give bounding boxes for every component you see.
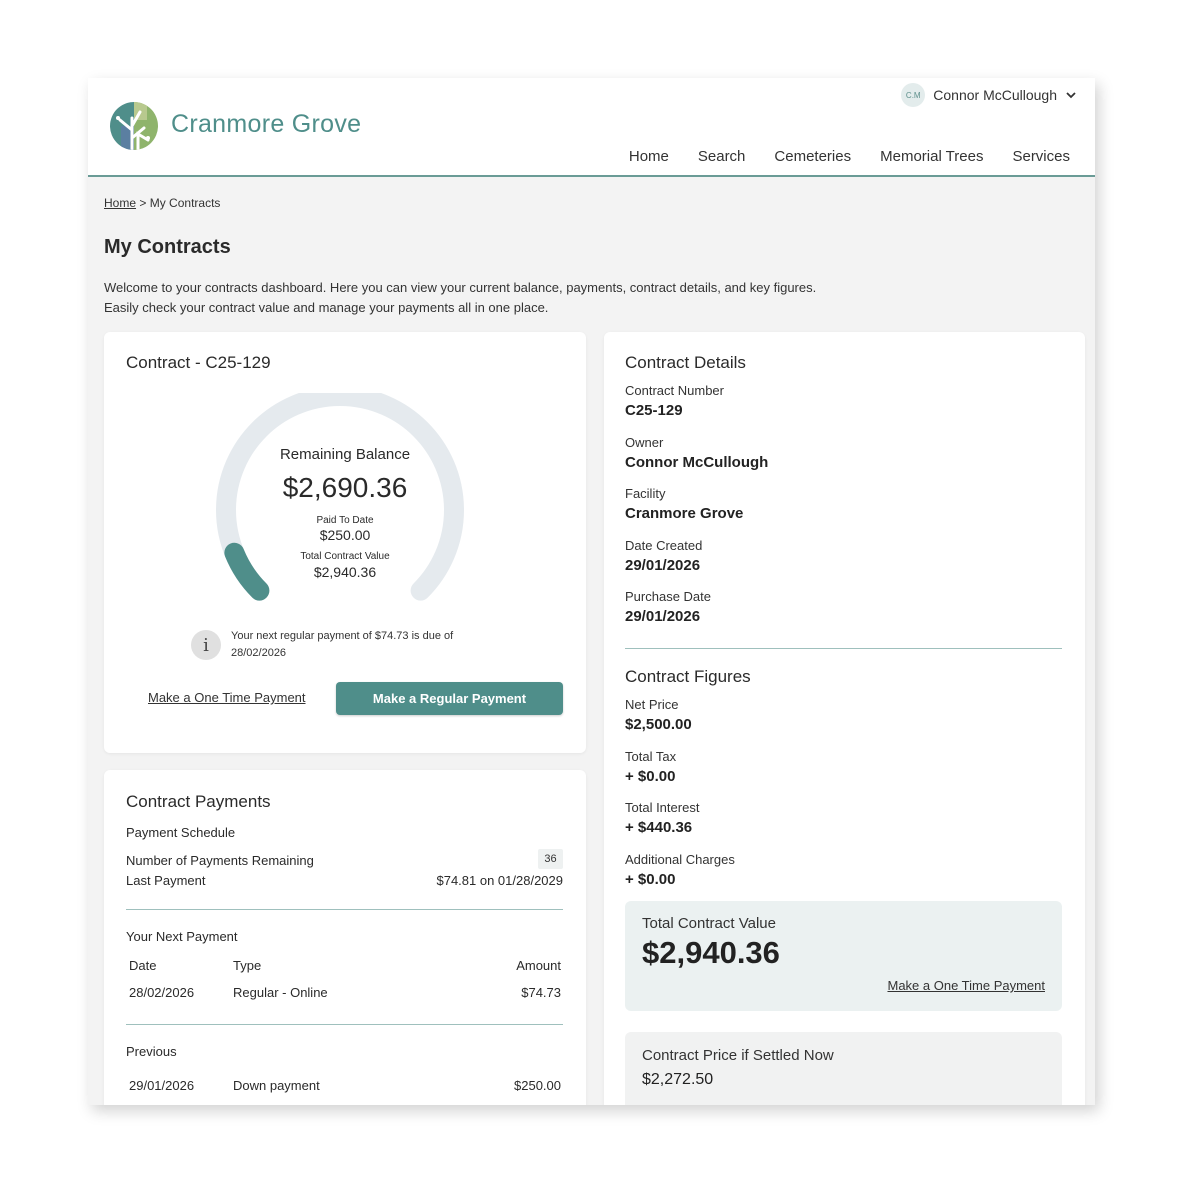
next-payment-amount: $74.73 [521,985,561,1000]
paid-to-date-value: $250.00 [319,527,371,543]
paid-to-date-label: Paid To Date [316,515,374,526]
last-payment-value: $74.81 on 01/28/2029 [436,873,563,888]
breadcrumb-current: My Contracts [149,196,221,210]
contract-number-label: Contract Number [625,383,724,398]
payments-title: Contract Payments [126,792,271,811]
remaining-balance-value: $2,690.36 [282,472,408,503]
previous-heading: Previous [126,1044,177,1059]
site-header: Cranmore Grove C.M Connor McCullough Hom… [88,78,1095,177]
details-title: Contract Details [625,353,746,372]
settle-now-label: Contract Price if Settled Now [642,1047,834,1064]
regular-payment-button[interactable]: Make a Regular Payment [336,682,563,715]
total-contract-value: $2,940.36 [313,564,377,580]
net-price-value: $2,500.00 [625,716,692,733]
next-payment-type: Regular - Online [233,985,328,1000]
divider [126,909,563,910]
breadcrumb-home-link[interactable]: Home [104,196,136,210]
total-contract-value-panel: Total Contract Value $2,940.36 Make a On… [625,901,1062,1011]
intro-line-1: Welcome to your contracts dashboard. Her… [104,280,817,295]
contract-title: Contract - C25-129 [126,353,271,372]
additional-charges-label: Additional Charges [625,852,735,867]
contract-number-value: C25-129 [625,402,683,419]
column-amount: Amount [516,958,561,973]
total-tax-label: Total Tax [625,749,677,764]
total-tax-value: + $0.00 [625,768,676,785]
nav-search[interactable]: Search [698,148,746,165]
total-contract-value-panel-value: $2,940.36 [642,935,780,970]
page-title: My Contracts [104,236,231,258]
total-contract-value-panel-label: Total Contract Value [642,915,776,932]
divider [625,648,1062,649]
contract-balance-card: Contract - C25-129 Remaining Balance $2,… [104,332,586,753]
contract-payments-card: Contract Payments Payment Schedule Numbe… [104,770,586,1105]
panel-one-time-payment-link[interactable]: Make a One Time Payment [887,978,1045,993]
main-nav: Home Search Cemeteries Memorial Trees Se… [629,148,1070,165]
remaining-balance-label: Remaining Balance [279,446,411,463]
page-intro: Welcome to your contracts dashboard. Her… [104,278,1004,318]
owner-value: Connor McCullough [625,454,769,471]
date-created-value: 29/01/2026 [625,557,701,574]
previous-payment-amount: $250.00 [514,1078,561,1093]
nav-home[interactable]: Home [629,148,669,165]
payments-remaining-badge: 36 [538,849,563,869]
settle-now-value: $2,272.50 [642,1071,714,1088]
nav-memorial-trees[interactable]: Memorial Trees [880,148,983,165]
settle-now-panel: Contract Price if Settled Now $2,272.50 [625,1032,1062,1105]
additional-charges-value: + $0.00 [625,871,676,888]
purchase-date-label: Purchase Date [625,589,711,604]
previous-payment-type: Down payment [233,1078,320,1093]
info-icon: i [191,630,221,660]
breadcrumb-separator: > [139,196,147,210]
contract-details-card: Contract Details Contract Number C25-129… [604,332,1085,1105]
cranmore-grove-logo [110,102,158,150]
payments-remaining-label: Number of Payments Remaining [126,853,314,868]
payment-schedule-heading: Payment Schedule [126,825,236,840]
intro-line-2: Easily check your contract value and man… [104,300,549,315]
column-date: Date [129,958,157,973]
chevron-down-icon [1066,92,1076,99]
total-interest-value: + $440.36 [625,819,693,836]
user-menu[interactable]: C.M Connor McCullough [901,82,1077,108]
total-interest-label: Total Interest [625,800,700,815]
previous-payment-date: 29/01/2026 [129,1078,195,1093]
facility-value: Cranmore Grove [625,505,744,522]
figures-title: Contract Figures [625,667,751,686]
purchase-date-value: 29/01/2026 [625,608,701,625]
total-contract-value-label: Total Contract Value [300,551,390,562]
breadcrumb: Home > My Contracts [104,196,220,210]
next-payment-heading: Your Next Payment [126,929,238,944]
divider [126,1024,563,1025]
nav-cemeteries[interactable]: Cemeteries [774,148,851,165]
facility-label: Facility [625,486,666,501]
last-payment-label: Last Payment [126,873,206,888]
owner-label: Owner [625,435,664,450]
avatar: C.M [901,83,926,107]
next-payment-message: Your next regular payment of $74.73 is d… [231,630,454,659]
net-price-label: Net Price [625,697,679,712]
app-window: Cranmore Grove C.M Connor McCullough Hom… [88,78,1095,1105]
one-time-payment-link[interactable]: Make a One Time Payment [148,690,306,705]
date-created-label: Date Created [625,538,703,553]
nav-services[interactable]: Services [1012,148,1070,165]
brand-name: Cranmore Grove [171,110,362,138]
column-type: Type [233,958,262,973]
user-name: Connor McCullough [933,87,1057,103]
next-payment-date: 28/02/2026 [129,985,195,1000]
